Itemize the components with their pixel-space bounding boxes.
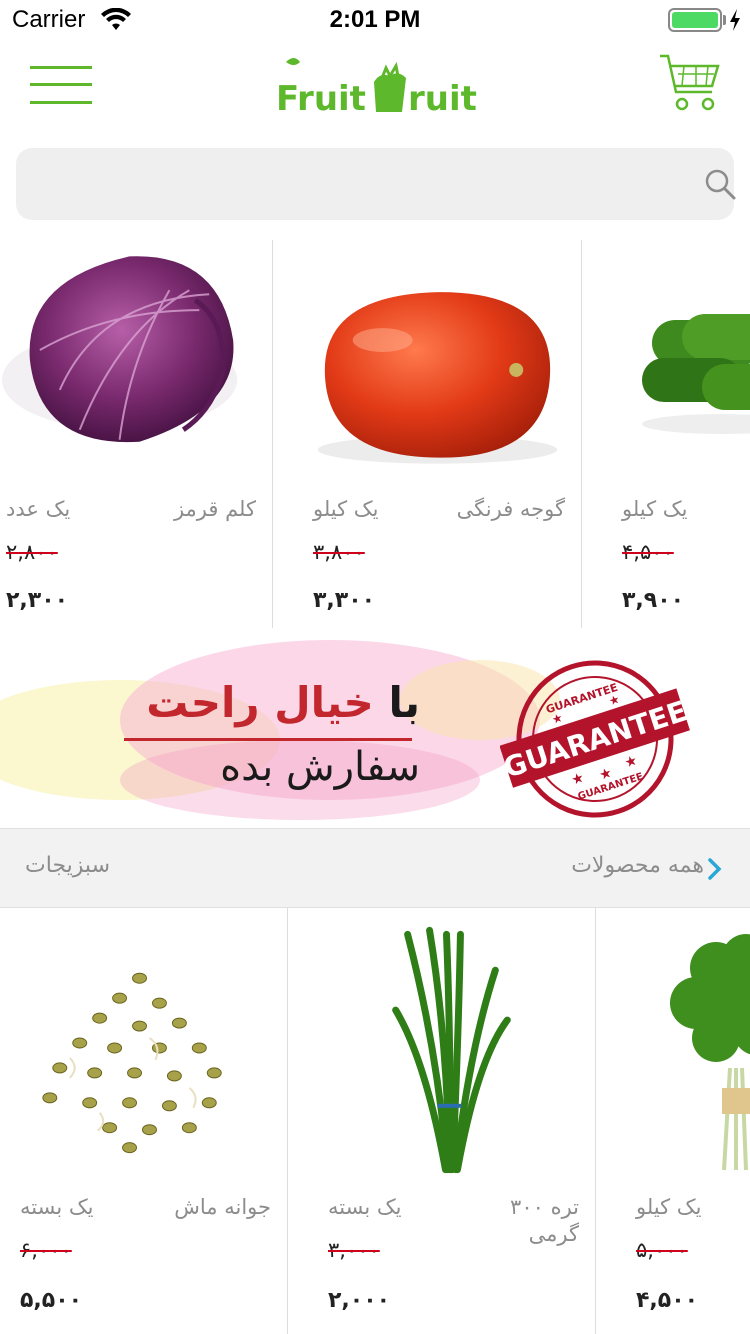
banner-prefix: با: [388, 678, 420, 727]
product-card[interactable]: جوانه ماش یک بسته ۶,۰۰۰ ۵,۵۰۰: [0, 908, 288, 1334]
mung-sprouts-image: [42, 972, 222, 1154]
product-card[interactable]: یک کیلو ۴,۵۰۰ ۳,۹۰۰: [582, 240, 750, 628]
product-old-price: ۳,۸۰۰: [313, 540, 365, 564]
banner-subline: سفارش بده: [220, 744, 420, 790]
svg-text:★: ★: [623, 752, 640, 771]
product-unit: یک کیلو: [622, 497, 688, 521]
product-old-price: ۴,۵۰۰: [622, 540, 674, 564]
product-card[interactable]: تره ۳۰۰ گرمی یک بسته ۳,۰۰۰ ۲,۰۰۰: [288, 908, 596, 1334]
search-bar: [16, 148, 736, 220]
product-unit: یک کیلو: [313, 497, 379, 521]
parsley-image: [670, 934, 750, 1171]
svg-text:ruit: ruit: [408, 79, 477, 119]
app-logo: Fruit ruit: [276, 58, 477, 119]
svg-text:Fruit: Fruit: [276, 79, 366, 119]
hamburger-icon[interactable]: [30, 64, 92, 106]
cucumber-image: [642, 314, 750, 434]
section-title: سبزیجات: [25, 853, 110, 878]
product-card[interactable]: گوجه فرنگی یک کیلو ۳,۸۰۰ ۳,۳۰۰: [273, 240, 582, 628]
product-old-price: ۶,۰۰۰: [20, 1238, 72, 1262]
search-input[interactable]: [36, 148, 676, 220]
tomato-image: [317, 292, 558, 464]
product-old-price: ۵,۰۰۰: [636, 1238, 688, 1262]
promo-banner[interactable]: با خیال راحت سفارش بده GUARANTEE GUARANT…: [0, 640, 750, 822]
chevron-right-icon[interactable]: [706, 857, 724, 881]
product-card[interactable]: یک کیلو ۵,۰۰۰ ۴,۵۰۰: [596, 908, 750, 1334]
product-card[interactable]: کلم قرمز یک عدد ۲,۸۰۰ ۲,۳۰۰: [0, 240, 273, 628]
product-unit: یک کیلو: [636, 1195, 702, 1219]
product-price: ۳,۹۰۰: [622, 588, 685, 613]
chives-image: [392, 926, 511, 1174]
product-unit: یک بسته: [328, 1195, 402, 1219]
svg-text:★: ★: [550, 710, 565, 727]
product-price: ۳,۳۰۰: [313, 588, 376, 613]
battery-tip: [723, 15, 726, 25]
product-unit: یک بسته: [20, 1195, 94, 1219]
svg-text:★: ★: [607, 692, 622, 709]
banner-highlight: خیال راحت: [146, 678, 374, 727]
status-bar: Carrier 2:01 PM: [0, 0, 750, 40]
search-icon[interactable]: [702, 166, 738, 202]
vegetables-row[interactable]: جوانه ماش یک بسته ۶,۰۰۰ ۵,۵۰۰ تره ۳۰۰ گر…: [0, 908, 750, 1334]
nav-bar: Fruit ruit: [0, 40, 750, 140]
featured-products-row[interactable]: کلم قرمز یک عدد ۲,۸۰۰ ۲,۳۰۰ گوجه فرنگی ی…: [0, 240, 750, 628]
product-name: گوجه فرنگی: [456, 497, 565, 521]
product-old-price: ۲,۸۰۰: [6, 540, 58, 564]
product-price: ۵,۵۰۰: [20, 1288, 83, 1313]
banner-divider: [124, 738, 412, 741]
product-name: تره ۳۰۰ گرمی: [510, 1195, 579, 1246]
battery-icon: [668, 8, 722, 32]
charging-icon: [730, 9, 740, 31]
product-price: ۲,۰۰۰: [328, 1288, 391, 1313]
product-unit: یک عدد: [6, 497, 71, 521]
product-name: جوانه ماش: [174, 1195, 271, 1219]
svg-text:★: ★: [569, 770, 586, 789]
product-old-price: ۳,۰۰۰: [328, 1238, 380, 1262]
banner-headline: با خیال راحت: [120, 678, 420, 727]
product-price: ۲,۳۰۰: [6, 588, 69, 613]
cart-icon[interactable]: [656, 50, 722, 116]
product-price: ۴,۵۰۰: [636, 1288, 699, 1313]
section-header: سبزیجات همه محصولات: [0, 828, 750, 908]
clock: 2:01 PM: [329, 6, 421, 33]
guarantee-stamp: GUARANTEE GUARANTEE GUARANTEE ★ ★ ★ ★ ★: [500, 660, 690, 818]
red-cabbage-image: [1, 256, 238, 443]
see-all-link[interactable]: همه محصولات: [556, 853, 704, 878]
product-name: کلم قرمز: [173, 497, 256, 521]
